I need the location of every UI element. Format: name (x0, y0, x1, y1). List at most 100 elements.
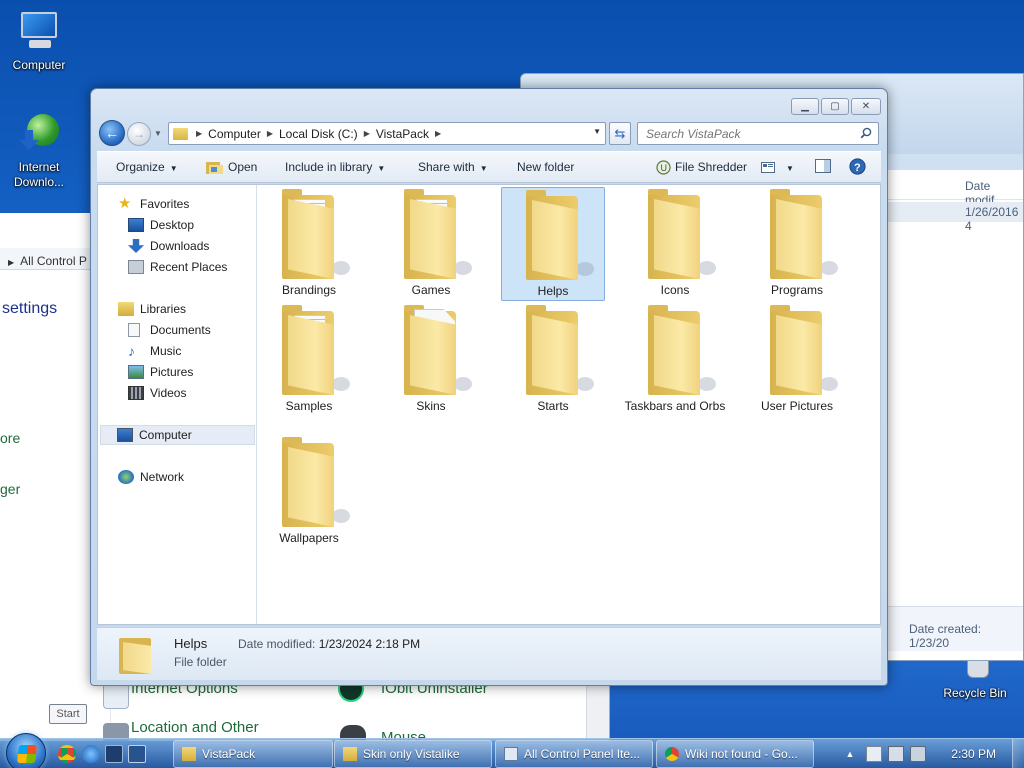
column-header[interactable]: Date modif (887, 170, 1023, 207)
minimize-button[interactable]: ▁ (791, 98, 819, 115)
show-desktop-button[interactable] (1012, 739, 1024, 768)
nav-recent-places[interactable]: Recent Places (128, 257, 227, 277)
download-manager-icon (17, 112, 61, 156)
folder-label: Helps (537, 284, 569, 298)
svg-text:?: ? (854, 162, 861, 174)
computer-icon (17, 10, 61, 54)
search-box[interactable] (637, 122, 879, 145)
folder-item[interactable]: Helps (501, 187, 605, 301)
new-folder-button[interactable]: New folder (517, 160, 574, 174)
row-date: 1/26/2016 4 (965, 205, 1019, 233)
date-modified-label: Date modified: (238, 637, 316, 651)
documents-icon (128, 323, 140, 337)
breadcrumb-local-disk[interactable]: Local Disk (C:) (279, 127, 358, 141)
open-button[interactable]: Open (206, 160, 257, 175)
sidebar-link[interactable]: ore (0, 430, 20, 446)
search-icon[interactable] (860, 127, 872, 139)
folder-icon (640, 305, 716, 397)
taskbar-button-chrome[interactable]: Wiki not found - Go... (656, 740, 814, 768)
chevron-right-icon[interactable]: ▶ (267, 129, 273, 138)
folder-item[interactable]: Icons (623, 187, 727, 301)
start-button[interactable] (6, 733, 46, 768)
change-view-button[interactable]: ▼ (761, 160, 794, 174)
help-button[interactable]: ? (849, 158, 866, 178)
desktop-icon-computer[interactable]: Computer (1, 10, 77, 73)
chevron-right-icon[interactable]: ▶ (364, 129, 370, 138)
address-history-dropdown[interactable]: ▼ (593, 127, 601, 136)
breadcrumb-vistapack[interactable]: VistaPack (376, 127, 429, 141)
open-folder-icon (206, 161, 223, 174)
folder-label: Icons (660, 283, 690, 297)
show-desktop-quicklaunch-icon[interactable] (105, 745, 123, 763)
address-bar[interactable]: ▶ Computer ▶ Local Disk (C:) ▶ VistaPack… (168, 122, 606, 145)
details-pane: Helps File folder Date modified: 1/23/20… (97, 627, 881, 680)
switch-windows-icon[interactable] (128, 745, 146, 763)
folder-icon (274, 189, 350, 281)
folder-icon (274, 305, 350, 397)
sidebar-link[interactable]: ger (0, 481, 20, 497)
desktop-icon-recycle-bin[interactable]: Recycle Bin (937, 656, 1013, 701)
cp-item-location[interactable]: Location and Other (131, 719, 259, 736)
taskbar-button-vistapack[interactable]: VistaPack (173, 740, 333, 768)
folder-item[interactable]: Games (379, 187, 483, 301)
downloads-icon (128, 239, 144, 253)
view-options-icon (761, 161, 775, 173)
folder-item[interactable]: Samples (257, 303, 361, 417)
nav-videos[interactable]: Videos (128, 383, 186, 403)
volume-muted-icon[interactable] (910, 746, 926, 762)
navigation-pane: ★ Favorites Desktop Downloads Recent Plac… (98, 185, 257, 624)
maximize-button[interactable]: ▢ (821, 98, 849, 115)
folder-item[interactable]: Taskbars and Orbs (623, 303, 727, 417)
nav-music[interactable]: ♪ Music (128, 341, 181, 361)
forward-button[interactable]: → (127, 122, 151, 146)
desktop-icon-internet-download[interactable]: Internet Downlo... (1, 112, 77, 190)
explorer-window-vistapack[interactable]: ▁ ▢ ✕ ← → ▼ ▶ Computer ▶ Local Disk (C:)… (90, 88, 888, 686)
file-shredder-button[interactable]: U File Shredder (656, 160, 747, 175)
minimize-icon: ▁ (801, 101, 809, 112)
search-input[interactable] (646, 127, 846, 141)
folder-item[interactable]: Brandings (257, 187, 361, 301)
taskbar-button-skin-only[interactable]: Skin only Vistalike (334, 740, 492, 768)
organize-menu[interactable]: Organize ▼ (116, 160, 178, 174)
nav-computer[interactable]: Computer (100, 425, 255, 445)
selected-item-name: Helps (174, 636, 208, 651)
network-status-icon[interactable] (888, 746, 904, 762)
action-center-flag-icon[interactable] (866, 746, 882, 762)
internet-options-icon (103, 683, 129, 709)
folder-item[interactable]: User Pictures (745, 303, 849, 417)
date-modified-value: 1/23/2024 2:18 PM (318, 637, 421, 651)
chrome-quicklaunch-icon[interactable] (58, 745, 76, 763)
nav-documents[interactable]: Documents (128, 320, 211, 340)
nav-pictures[interactable]: Pictures (128, 362, 193, 382)
chevron-right-icon[interactable]: ▶ (435, 129, 441, 138)
windows-logo-icon (17, 745, 37, 763)
clock[interactable]: 2:30 PM (951, 747, 996, 761)
nav-desktop[interactable]: Desktop (128, 215, 194, 235)
file-shredder-icon: U (656, 160, 671, 175)
table-row[interactable]: 1/26/2016 4 (887, 202, 1023, 233)
folder-item[interactable]: Programs (745, 187, 849, 301)
internet-explorer-icon[interactable] (82, 745, 100, 763)
nav-favorites[interactable]: ★ Favorites (118, 194, 189, 214)
folder-item[interactable]: Wallpapers (257, 435, 361, 549)
refresh-button[interactable]: ⇆ (609, 122, 631, 145)
folder-icon (274, 437, 350, 529)
start-tooltip: Start (49, 704, 87, 724)
recent-pages-dropdown[interactable]: ▼ (154, 129, 162, 138)
nav-network[interactable]: Network (118, 467, 184, 487)
include-in-library-menu[interactable]: Include in library ▼ (285, 160, 385, 174)
back-button[interactable]: ← (99, 120, 125, 146)
nav-downloads[interactable]: Downloads (128, 236, 209, 256)
folder-item[interactable]: Skins (379, 303, 483, 417)
nav-libraries[interactable]: Libraries (118, 299, 186, 319)
breadcrumb-computer[interactable]: Computer (208, 127, 261, 141)
taskbar-button-control-panel[interactable]: All Control Panel Ite... (495, 740, 653, 768)
folder-item[interactable]: Starts (501, 303, 605, 417)
arrow-left-icon: ← (105, 125, 119, 141)
chevron-right-icon[interactable]: ▶ (196, 129, 202, 138)
arrow-right-icon: → (133, 127, 145, 141)
preview-pane-button[interactable] (815, 159, 831, 176)
close-button[interactable]: ✕ (851, 98, 881, 115)
chevron-up-icon[interactable]: ▲ (842, 746, 858, 762)
share-with-menu[interactable]: Share with ▼ (418, 160, 488, 174)
